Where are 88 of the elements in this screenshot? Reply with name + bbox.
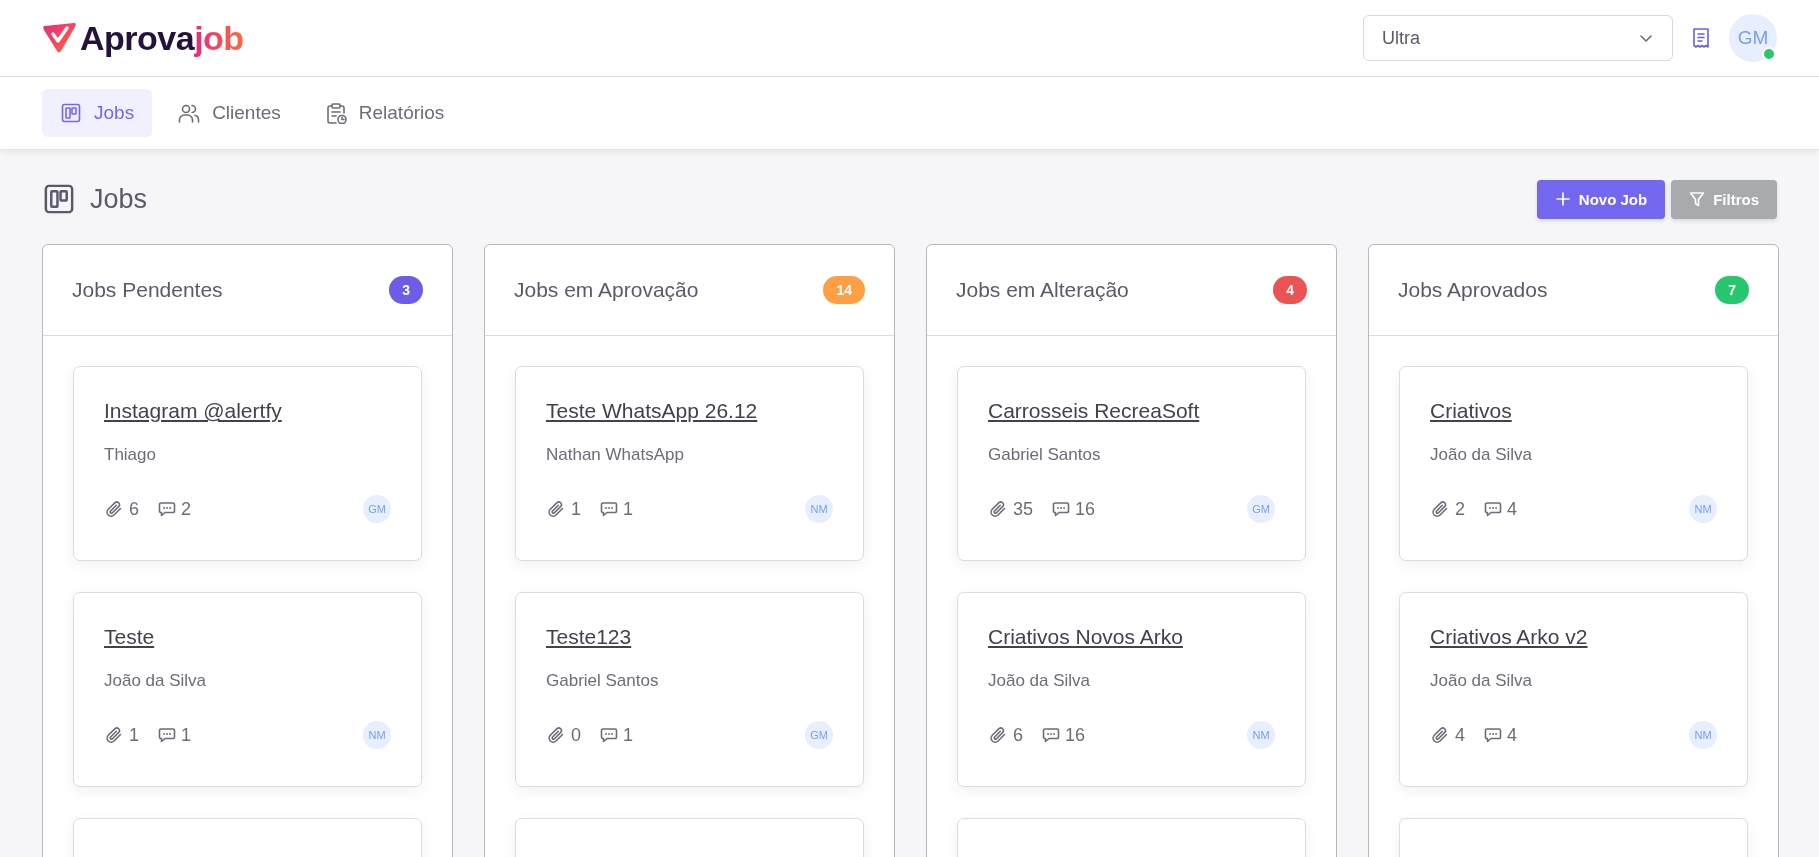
comment-icon (600, 726, 618, 744)
client-name: João da Silva (1430, 445, 1534, 465)
column-title: Jobs Pendentes (72, 278, 223, 302)
page-title: Jobs (90, 183, 148, 215)
job-card[interactable]: Instagram @alertfy Thiago 6 2 GM (73, 366, 422, 561)
paperclip-icon (1430, 499, 1450, 519)
comment-icon (1042, 726, 1060, 744)
count-badge: 4 (1273, 276, 1307, 304)
paperclip-icon (988, 725, 1008, 745)
assignee-avatar: GM (805, 721, 833, 749)
attachment-count: 4 (1455, 724, 1465, 746)
comment-count: 4 (1507, 498, 1518, 520)
new-job-button[interactable]: Novo Job (1536, 179, 1666, 219)
comment-count: 1 (181, 724, 192, 746)
assignee-avatar: GM (1247, 495, 1275, 523)
column-title: Jobs em Alteração (956, 278, 1129, 302)
job-title-link[interactable]: Teste123 (546, 625, 632, 649)
receipt-icon[interactable] (1691, 27, 1711, 49)
job-card[interactable]: Carrosseis RecreaSoft Gabriel Santos 35 16 GM (957, 366, 1306, 561)
job-title-link[interactable]: Criativos Arko v2 (1430, 625, 1588, 649)
job-title-link[interactable]: Carrosseis RecreaSoft (988, 399, 1200, 423)
nav-tab[interactable]: Jobs (42, 89, 153, 137)
comment-icon (1484, 500, 1502, 518)
comment-icon (1052, 500, 1071, 518)
comment-icon (158, 726, 176, 744)
job-card[interactable]: Criativos João da Silva 2 4 NM (1399, 366, 1748, 561)
job-card[interactable]: Teste WhatsApp 26.12 Nathan WhatsApp 1 1 NM (515, 366, 864, 561)
paperclip-icon (104, 499, 124, 519)
comment-icon (158, 500, 176, 518)
column-title: Jobs em Aprovação (514, 278, 699, 302)
job-title-link[interactable]: Instagram @alertfy (104, 399, 282, 423)
logo-wordmark: Aprovajob (80, 18, 244, 58)
paperclip-icon (546, 499, 566, 519)
assignee-avatar: GM (363, 495, 391, 523)
comment-count: 16 (1065, 724, 1086, 746)
client-name: Gabriel Santos (546, 671, 660, 691)
attachment-count: 0 (571, 724, 581, 746)
people-icon (178, 102, 201, 124)
job-title-link[interactable]: Teste WhatsApp 26.12 (546, 399, 758, 423)
plus-icon (1554, 191, 1571, 207)
comment-count: 1 (623, 724, 634, 746)
comment-icon (600, 500, 618, 518)
attachment-count: 6 (1013, 724, 1023, 746)
assignee-avatar: NM (1247, 721, 1275, 749)
count-badge: 3 (389, 276, 423, 304)
assignee-avatar: NM (805, 495, 833, 523)
paperclip-icon (546, 725, 566, 745)
attachment-count: 1 (571, 498, 581, 520)
nav-tab[interactable]: Relatórios (306, 89, 463, 137)
board-icon (60, 102, 82, 124)
clipboard-icon (324, 102, 347, 124)
comment-count: 16 (1075, 498, 1096, 520)
job-title-link[interactable]: Criativos (1430, 399, 1512, 423)
paperclip-icon (1430, 725, 1450, 745)
client-name: João da Silva (988, 671, 1092, 691)
client-name: João da Silva (1430, 671, 1534, 691)
job-title-link[interactable]: Criativos Novos Arko (988, 625, 1183, 649)
assignee-avatar: NM (1689, 721, 1717, 749)
comment-count: 2 (181, 498, 192, 520)
job-card[interactable]: Teste João da Silva 1 1 NM (73, 592, 422, 787)
count-badge: 14 (823, 276, 865, 304)
job-card[interactable]: Teste123 Gabriel Santos 0 1 GM (515, 592, 864, 787)
comment-count: 1 (623, 498, 634, 520)
paperclip-icon (104, 725, 124, 745)
filter-icon (1689, 191, 1706, 207)
paperclip-icon (988, 499, 1008, 519)
job-card[interactable]: Criativos Novos Arko João da Silva 6 16 NM (957, 592, 1306, 787)
assignee-avatar: NM (1689, 495, 1717, 523)
assignee-avatar: NM (363, 721, 391, 749)
logo[interactable]: Aprovajob (42, 18, 244, 58)
client-name: Nathan WhatsApp (546, 445, 685, 465)
count-badge: 7 (1715, 276, 1749, 304)
attachment-count: 6 (129, 498, 139, 520)
plan-dropdown[interactable]: Ultra (1363, 15, 1673, 61)
column-title: Jobs Aprovados (1398, 278, 1548, 302)
client-name: Thiago (104, 445, 157, 465)
attachment-count: 35 (1013, 498, 1034, 520)
attachment-count: 2 (1455, 498, 1465, 520)
client-name: João da Silva (104, 671, 208, 691)
job-title-link[interactable]: Teste (104, 625, 155, 649)
nav-tab[interactable]: Clientes (160, 89, 299, 137)
client-name: Gabriel Santos (988, 445, 1102, 465)
attachment-count: 1 (129, 724, 139, 746)
board-icon (42, 182, 76, 216)
logo-mark-icon (42, 21, 78, 55)
comment-count: 4 (1507, 724, 1518, 746)
job-card[interactable]: Criativos Arko v2 João da Silva 4 4 NM (1399, 592, 1748, 787)
comment-icon (1484, 726, 1502, 744)
